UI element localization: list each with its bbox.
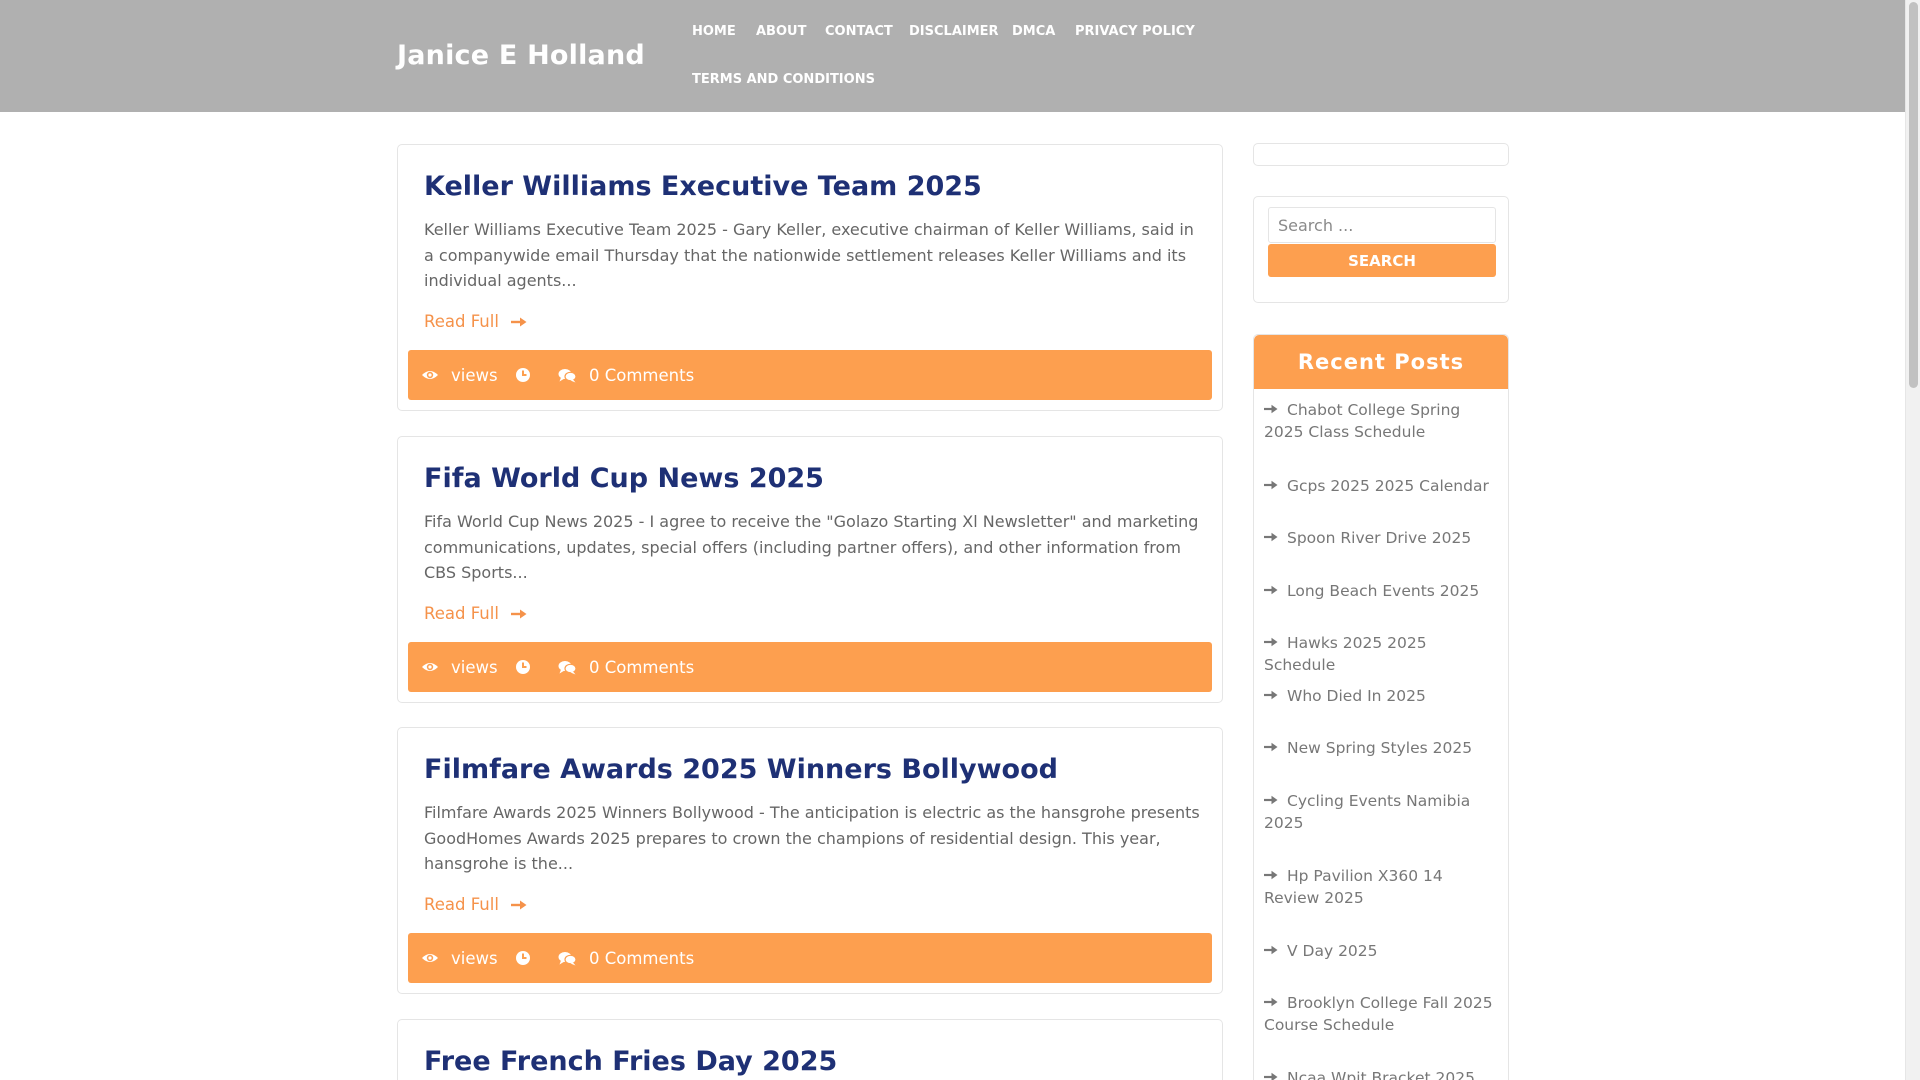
arrow-right-icon [1264, 690, 1278, 700]
arrow-right-icon [1264, 480, 1278, 490]
comments-icon [558, 933, 577, 983]
page-scrollbar[interactable] [1905, 0, 1920, 1080]
recent-post-item[interactable]: Gcps 2025 2025 Calendar [1264, 475, 1500, 497]
recent-post-label: Hawks 2025 2025 Schedule [1264, 634, 1427, 674]
comments-icon [558, 350, 577, 400]
recent-post-label: Brooklyn College Fall 2025 Course Schedu… [1264, 994, 1493, 1034]
arrow-right-icon [1264, 742, 1278, 752]
recent-post-item[interactable]: Who Died In 2025 [1264, 685, 1500, 707]
recent-post-item[interactable]: Hawks 2025 2025 Schedule [1264, 632, 1500, 676]
arrow-right-icon [510, 609, 527, 618]
views-label: views [451, 948, 498, 968]
nav-item-terms-and-conditions[interactable]: TERMS AND CONDITIONS [692, 72, 875, 87]
clock-icon [515, 350, 531, 400]
recent-post-label: Hp Pavilion X360 14 Review 2025 [1264, 867, 1443, 907]
arrow-right-icon [510, 900, 527, 909]
arrow-right-icon [1264, 585, 1278, 595]
nav-item-disclaimer[interactable]: DISCLAIMER [909, 24, 999, 39]
recent-posts-title: Recent Posts [1254, 335, 1508, 389]
recent-post-label: Ncaa Wpit Bracket 2025 [1287, 1069, 1475, 1080]
post-title[interactable]: Filmfare Awards 2025 Winners Bollywood [424, 754, 1058, 785]
read-more-label: Read Full [424, 604, 499, 623]
comments-count[interactable]: 0 Comments [589, 350, 694, 400]
nav-item-home[interactable]: HOME [692, 24, 736, 39]
recent-post-label: New Spring Styles 2025 [1287, 739, 1473, 757]
recent-post-item[interactable]: New Spring Styles 2025 [1264, 737, 1500, 759]
arrow-right-icon [1264, 945, 1278, 955]
arrow-right-icon [510, 317, 527, 326]
recent-post-item[interactable]: V Day 2025 [1264, 940, 1500, 962]
post-title[interactable]: Free French Fries Day 2025 [424, 1046, 837, 1077]
recent-post-label: Who Died In 2025 [1287, 687, 1426, 705]
post-card: Filmfare Awards 2025 Winners Bollywood F… [397, 727, 1223, 994]
site-title[interactable]: Janice E Holland [397, 40, 645, 71]
comments-icon [558, 642, 577, 692]
arrow-right-icon [1264, 997, 1278, 1007]
comments-count[interactable]: 0 Comments [589, 642, 694, 692]
arrow-right-icon [1264, 637, 1278, 647]
recent-post-item[interactable]: Chabot College Spring 2025 Class Schedul… [1264, 399, 1500, 443]
recent-post-item[interactable]: Ncaa Wpit Bracket 2025 [1264, 1067, 1500, 1080]
clock-icon [515, 642, 531, 692]
recent-post-item[interactable]: Hp Pavilion X360 14 Review 2025 [1264, 865, 1500, 909]
nav-item-about[interactable]: ABOUT [756, 24, 806, 39]
arrow-right-icon [1264, 404, 1278, 414]
recent-post-label: Gcps 2025 2025 Calendar [1287, 477, 1489, 495]
recent-post-label: Chabot College Spring 2025 Class Schedul… [1264, 401, 1461, 441]
search-widget: Search [1253, 196, 1509, 303]
post-meta-bar: views 0 Comments [408, 933, 1212, 983]
recent-post-item[interactable]: Cycling Events Namibia 2025 [1264, 790, 1500, 834]
nav-item-contact[interactable]: CONTACT [825, 24, 893, 39]
recent-post-item[interactable]: Brooklyn College Fall 2025 Course Schedu… [1264, 992, 1500, 1036]
views-label: views [451, 657, 498, 677]
sidebar-empty-widget [1253, 143, 1509, 166]
read-more-label: Read Full [424, 895, 499, 914]
recent-post-item[interactable]: Spoon River Drive 2025 [1264, 527, 1500, 549]
views-label: views [451, 365, 498, 385]
post-card: Fifa World Cup News 2025 Fifa World Cup … [397, 436, 1223, 703]
post-title[interactable]: Keller Williams Executive Team 2025 [424, 171, 982, 202]
clock-icon [515, 933, 531, 983]
search-button[interactable]: Search [1268, 244, 1496, 277]
arrow-right-icon [1264, 870, 1278, 880]
scrollbar-thumb[interactable] [1909, 2, 1918, 388]
recent-post-label: Long Beach Events 2025 [1287, 582, 1480, 600]
post-excerpt: Keller Williams Executive Team 2025 - Ga… [424, 220, 1194, 290]
nav-item-privacy-policy[interactable]: PRIVACY POLICY [1075, 24, 1195, 39]
read-more-link[interactable]: Read Full [424, 604, 527, 623]
search-input[interactable] [1268, 207, 1496, 243]
site-header: Janice E Holland HOME ABOUT CONTACT DISC… [0, 0, 1905, 112]
recent-posts-widget: Recent Posts Chabot College Spring 2025 … [1253, 334, 1509, 1080]
comments-count[interactable]: 0 Comments [589, 933, 694, 983]
post-title[interactable]: Fifa World Cup News 2025 [424, 463, 824, 494]
arrow-right-icon [1264, 532, 1278, 542]
arrow-right-icon [1264, 1072, 1278, 1080]
read-more-link[interactable]: Read Full [424, 895, 527, 914]
post-meta-bar: views 0 Comments [408, 642, 1212, 692]
nav-item-dmca[interactable]: DMCA [1012, 24, 1055, 39]
recent-post-label: Cycling Events Namibia 2025 [1264, 792, 1471, 832]
eye-icon [421, 642, 439, 692]
arrow-right-icon [1264, 795, 1278, 805]
recent-post-item[interactable]: Long Beach Events 2025 [1264, 580, 1500, 602]
recent-post-label: Spoon River Drive 2025 [1287, 529, 1472, 547]
recent-post-label: V Day 2025 [1287, 942, 1378, 960]
read-more-link[interactable]: Read Full [424, 312, 527, 331]
post-excerpt: Fifa World Cup News 2025 - I agree to re… [424, 512, 1199, 582]
post-meta-bar: views 0 Comments [408, 350, 1212, 400]
post-card: Free French Fries Day 2025 [397, 1019, 1223, 1080]
post-excerpt: Filmfare Awards 2025 Winners Bollywood -… [424, 803, 1200, 873]
read-more-label: Read Full [424, 312, 499, 331]
eye-icon [421, 933, 439, 983]
eye-icon [421, 350, 439, 400]
post-card: Keller Williams Executive Team 2025 Kell… [397, 144, 1223, 411]
